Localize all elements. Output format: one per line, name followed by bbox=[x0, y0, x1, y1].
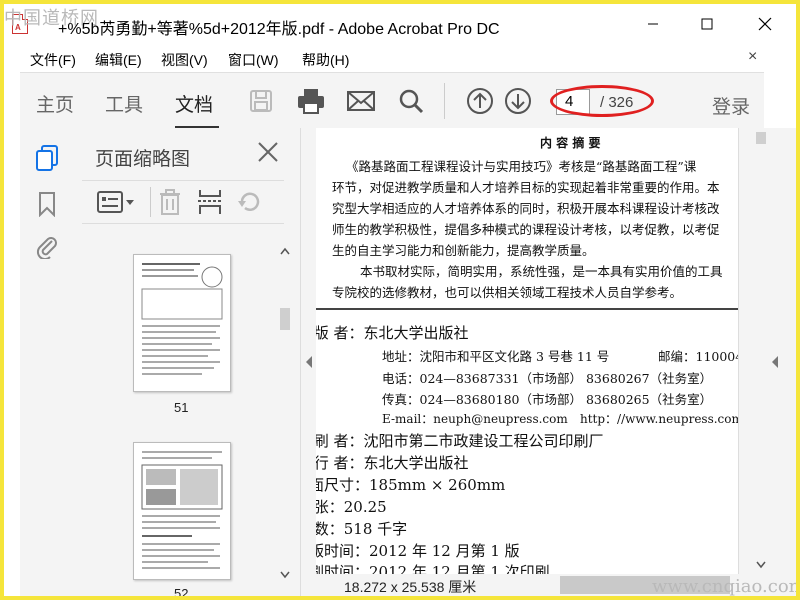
maximize-icon bbox=[701, 18, 713, 30]
menu-view[interactable]: 视图(V) bbox=[161, 50, 208, 70]
postcode-line: 邮编：110004 bbox=[658, 349, 738, 364]
abstract-heading: 内 容 摘 要 bbox=[540, 136, 601, 150]
printer-line: 印 刷 者：沈阳市第二市政建设工程公司印刷厂 bbox=[316, 432, 604, 450]
publisher-line: 出 版 者：东北大学出版社 bbox=[316, 324, 469, 342]
title-bar: A 中国道桥网 +%5b芮勇勤+等著%5d+2012年版.pdf - Adobe… bbox=[4, 4, 796, 44]
size-line: 幅面尺寸：185mm × 260mm bbox=[316, 476, 506, 494]
phone-line: 电话：024—83687331（市场部） 83680267（社务室） bbox=[382, 371, 713, 386]
thumbnail-toolbar bbox=[82, 180, 284, 224]
abstract-line: 环节，对促进教学质量和人才培养目标的实现起着非常重要的作用。本 bbox=[332, 180, 720, 195]
arrow-up-circle-icon bbox=[467, 88, 493, 114]
abstract-line: 《路基路面工程课程设计与实用技巧》考核是“路基路面工程”课 bbox=[346, 159, 697, 174]
sheets-line: 印 张：20.25 bbox=[316, 498, 387, 516]
toolbar-separator bbox=[150, 187, 151, 217]
thumbnail-scrollbar[interactable] bbox=[278, 242, 292, 596]
abstract-line: 师生的教学积极性，提倡多种模式的课程设计考核，以考促教，以考促 bbox=[332, 222, 720, 237]
thumbnail-page-52[interactable] bbox=[133, 442, 231, 580]
close-document-icon[interactable]: × bbox=[748, 48, 757, 66]
menu-bar: 文件(F) 编辑(E) 视图(V) 窗口(W) 帮助(H) × bbox=[4, 44, 796, 72]
email-icon bbox=[347, 91, 375, 111]
words-line: 字 数：518 千字 bbox=[316, 520, 408, 538]
tab-document[interactable]: 文档 bbox=[175, 90, 213, 117]
email-button[interactable] bbox=[346, 86, 376, 116]
bookmark-icon bbox=[39, 192, 55, 217]
tab-tools[interactable]: 工具 bbox=[105, 90, 143, 117]
menu-file[interactable]: 文件(F) bbox=[30, 50, 76, 70]
options-list-icon bbox=[97, 191, 134, 213]
main-toolbar: 主页 工具 文档 4 / 326 登录 bbox=[20, 72, 764, 130]
page-size-readout: 18.272 x 25.538 厘米 bbox=[344, 579, 477, 595]
distributor-line: 发 行 者：东北大学出版社 bbox=[316, 454, 469, 472]
tab-home[interactable]: 主页 bbox=[36, 90, 74, 117]
close-icon bbox=[258, 142, 278, 162]
options-menu-button[interactable] bbox=[96, 189, 136, 215]
trash-icon bbox=[160, 189, 180, 215]
thumbnail-label-51: 51 bbox=[174, 400, 189, 415]
document-scrollbar[interactable] bbox=[754, 128, 768, 574]
menu-edit[interactable]: 编辑(E) bbox=[95, 50, 142, 70]
watermark-bottom-right: www.cnqiao.com bbox=[652, 576, 796, 596]
search-icon bbox=[399, 89, 424, 114]
print-icon bbox=[298, 89, 324, 114]
close-icon bbox=[758, 17, 772, 31]
right-gutter bbox=[738, 128, 755, 574]
next-page-button[interactable] bbox=[503, 86, 533, 116]
thumbnail-preview bbox=[141, 263, 223, 375]
email-line: E-mail：neuph@neupress.com bbox=[382, 412, 568, 426]
navigation-rail bbox=[20, 128, 75, 596]
minimize-button[interactable] bbox=[630, 10, 676, 38]
abstract-line: 生的自主学习能力和创新能力，提高教学质量。 bbox=[332, 243, 595, 258]
expand-arrow-icon bbox=[772, 356, 778, 368]
insert-page-button[interactable] bbox=[196, 189, 224, 215]
previous-page-button[interactable] bbox=[465, 86, 495, 116]
panel-title: 页面缩略图 bbox=[95, 149, 191, 170]
delete-page-button[interactable] bbox=[156, 189, 184, 215]
close-window-button[interactable] bbox=[742, 10, 788, 38]
website-line: http：//www.neupress.com bbox=[580, 412, 738, 426]
attachments-button[interactable] bbox=[34, 232, 60, 260]
document-view[interactable]: 内 容 摘 要 《路基路面工程课程设计与实用技巧》考核是“路基路面工程”课 环节… bbox=[316, 128, 738, 574]
window-title: +%5b芮勇勤+等著%5d+2012年版.pdf - Adobe Acrobat… bbox=[58, 21, 500, 38]
print-button[interactable] bbox=[296, 86, 326, 116]
pub-time-line: 出版时间：2012 年 12 月第 1 版 bbox=[316, 542, 520, 560]
print-time-line: 印刷时间：2012 年 12 月第 1 次印刷 bbox=[316, 563, 550, 574]
collapse-arrow-icon bbox=[306, 356, 312, 368]
maximize-button[interactable] bbox=[684, 10, 730, 38]
panel-splitter[interactable] bbox=[300, 128, 317, 596]
scroll-arrows bbox=[756, 561, 766, 569]
close-panel-button[interactable] bbox=[256, 140, 280, 164]
menu-window[interactable]: 窗口(W) bbox=[228, 50, 279, 70]
insert-page-icon bbox=[198, 190, 222, 214]
page-thumbnails-button[interactable] bbox=[34, 144, 60, 172]
thumbnail-label-52: 52 bbox=[174, 586, 189, 596]
save-button[interactable] bbox=[246, 86, 276, 116]
thumbnail-preview bbox=[141, 451, 223, 569]
abstract-line: 究型大学相适应的人才培养体系的同时，积极开展本科课程设计考核改 bbox=[332, 201, 720, 216]
login-button[interactable]: 登录 bbox=[712, 92, 750, 119]
scrollbar-graphic bbox=[280, 247, 290, 579]
abstract-line: 本书取材实际，简明实用，系统性强，是一本具有实用价值的工具 bbox=[360, 264, 723, 279]
fax-line: 传真：024—83680180（市场部） 83680265（社务室） bbox=[382, 392, 713, 407]
app-window: A 中国道桥网 +%5b芮勇勤+等著%5d+2012年版.pdf - Adobe… bbox=[4, 4, 796, 596]
toolbar-separator bbox=[444, 83, 445, 119]
red-highlight-annotation bbox=[550, 85, 654, 117]
address-line: 地址：沈阳市和平区文化路 3 号巷 11 号 bbox=[382, 349, 610, 364]
paperclip-icon bbox=[36, 237, 57, 259]
minimize-icon bbox=[648, 23, 658, 25]
abstract-line: 专院校的选修教材，也可以供相关领域工程技术人员自学参考。 bbox=[332, 285, 683, 300]
bookmarks-button[interactable] bbox=[34, 190, 60, 218]
menu-help[interactable]: 帮助(H) bbox=[302, 50, 349, 70]
page-thumbnails-icon bbox=[36, 145, 58, 171]
search-button[interactable] bbox=[396, 86, 426, 116]
save-icon bbox=[250, 90, 272, 112]
thumbnail-panel: 页面缩略图 51 52 bbox=[74, 128, 300, 596]
arrow-down-circle-icon bbox=[505, 88, 531, 114]
section-divider bbox=[316, 308, 738, 310]
rotate-page-button[interactable] bbox=[236, 189, 264, 215]
rotate-icon bbox=[238, 192, 260, 211]
right-panel-toggle[interactable] bbox=[768, 128, 796, 574]
thumbnail-page-51[interactable] bbox=[133, 254, 231, 392]
